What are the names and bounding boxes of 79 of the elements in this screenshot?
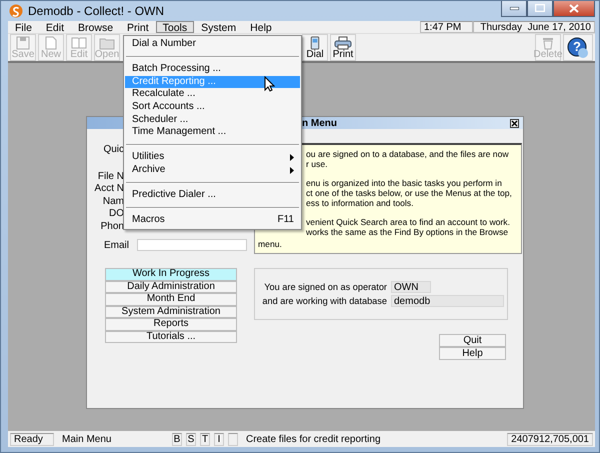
- field-label: Acct N: [94, 183, 124, 196]
- field-label: DO: [108, 208, 124, 220]
- dial-button[interactable]: Dial: [302, 34, 328, 61]
- info-text: ess to information and tools.: [306, 198, 414, 208]
- time-display: 1:47 PM: [420, 21, 473, 33]
- date-display: Thursday June 17, 2010: [473, 21, 595, 33]
- menu-bar-item[interactable]: Tools: [156, 21, 194, 33]
- menu-item[interactable]: Dial a Number: [125, 38, 300, 51]
- database-label: and are working with database: [262, 295, 387, 307]
- operator-field: OWN: [391, 281, 431, 293]
- app-logo-icon: [9, 4, 23, 18]
- status-flag: S: [186, 432, 196, 446]
- menu-item[interactable]: Macros F11: [125, 214, 300, 227]
- menu-bar-item[interactable]: Help: [243, 21, 279, 33]
- info-text: venient Quick Search area to find an account to work.: [306, 217, 510, 227]
- dialog-button[interactable]: Quit: [439, 334, 506, 347]
- nav-button[interactable]: System Administration: [105, 306, 237, 318]
- field-label: Email: [102, 240, 129, 250]
- menu-item[interactable]: Sort Accounts ...: [125, 100, 300, 114]
- help-button[interactable]: ?: [563, 34, 593, 61]
- operator-label: You are signed on as operator: [264, 281, 387, 293]
- blank-page-icon: [45, 36, 57, 50]
- close-button[interactable]: [553, 1, 595, 17]
- menu-item[interactable]: Batch Processing ...: [125, 63, 300, 76]
- folder-icon: [99, 36, 115, 50]
- nav-button[interactable]: Reports: [105, 318, 237, 330]
- info-text: enu is organized into the basic tasks you perform in: [306, 178, 502, 188]
- nav-button[interactable]: Daily Administration: [105, 280, 237, 293]
- phone-icon: [310, 36, 320, 50]
- status-flag: I: [214, 432, 224, 446]
- printer-icon: [334, 36, 352, 50]
- status-flag: [228, 432, 238, 446]
- menu-item[interactable]: Time Management ...: [125, 126, 300, 139]
- info-text: menu.: [258, 239, 282, 249]
- mouse-cursor-icon: [264, 76, 275, 92]
- nav-button[interactable]: Month End: [105, 293, 237, 306]
- info-text: ou are signed on to a database, and the files are now: [306, 149, 509, 159]
- minimize-icon: [510, 6, 518, 10]
- dialog-button[interactable]: Help: [439, 347, 506, 360]
- window-title: Demodb - Collect! - OWN: [28, 4, 166, 18]
- close-button[interactable]: [510, 118, 519, 128]
- close-icon: [511, 120, 518, 126]
- menu-bar-item[interactable]: Browse: [71, 21, 120, 33]
- status-number: 2407912,705,001: [507, 432, 593, 446]
- trash-bin-icon: [541, 36, 555, 50]
- field-label: Phon: [100, 220, 124, 233]
- minimize-button[interactable]: [501, 1, 527, 17]
- menu-bar-item[interactable]: Print: [120, 21, 156, 33]
- field-label: File N: [96, 170, 124, 183]
- status-flag: T: [200, 432, 210, 446]
- menu-item[interactable]: Predictive Dialer ...: [125, 189, 300, 202]
- menu-bar-item[interactable]: System: [194, 21, 244, 33]
- info-text: ct one of the tasks below, or use the Menus at the top,: [306, 188, 512, 198]
- book-icon: [71, 36, 87, 50]
- nav-button[interactable]: Tutorials ...: [105, 330, 237, 343]
- print-button[interactable]: Print: [330, 34, 356, 61]
- menu-bar-item[interactable]: File: [8, 21, 39, 33]
- menu-item[interactable]: Recalculate ...: [125, 88, 300, 101]
- status-flag: B: [172, 432, 182, 446]
- status-text: Ready: [10, 432, 54, 446]
- menu-item[interactable]: Scheduler ...: [125, 114, 300, 126]
- nav-button[interactable]: Work In Progress: [105, 268, 237, 280]
- maximize-button[interactable]: [527, 1, 553, 17]
- field-label: Quic: [102, 144, 124, 156]
- maximize-icon: [535, 4, 545, 12]
- email-field[interactable]: [137, 239, 247, 251]
- info-text: works the same as the Find By options in the Browse: [306, 227, 508, 237]
- status-message: Create files for credit reporting: [245, 434, 382, 444]
- menu-item[interactable]: Archive: [125, 164, 300, 177]
- database-field: demodb: [391, 295, 504, 307]
- close-icon: [569, 4, 579, 12]
- menu-bar-item[interactable]: Edit: [38, 21, 72, 33]
- menu-item[interactable]: Utilities: [125, 151, 300, 164]
- field-label: Nam: [102, 196, 124, 208]
- dialog-title: n Menu: [302, 118, 338, 128]
- shortcut-text: F11: [278, 214, 294, 227]
- info-text: r use.: [306, 159, 328, 169]
- help-icon: [567, 37, 589, 59]
- status-text: Main Menu: [61, 434, 112, 444]
